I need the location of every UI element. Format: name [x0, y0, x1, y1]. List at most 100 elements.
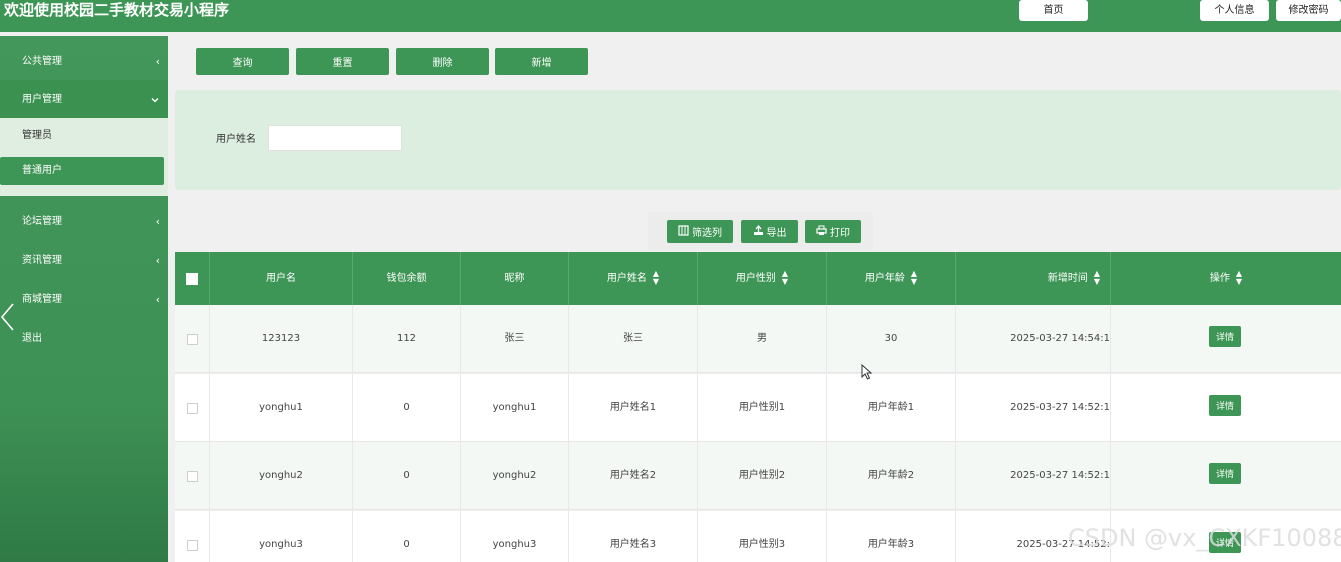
cell-username: 123123	[210, 305, 353, 373]
cell-age: 30	[827, 305, 956, 373]
columns-icon	[678, 224, 689, 239]
sidebar-item-normal-user[interactable]: 普通用户	[0, 157, 164, 185]
cell-created: 2025-03-27 14:52:1	[956, 373, 1111, 442]
reset-button[interactable]: 重置	[296, 48, 389, 75]
collapse-sidebar-icon[interactable]	[0, 302, 16, 332]
column-header-sortable[interactable]: 新增时间 ▲ ▼	[956, 252, 1111, 305]
change-password-button[interactable]: 修改密码	[1276, 0, 1341, 21]
sidebar-menu-label: 商城管理	[22, 294, 62, 305]
column-header-label: 操作	[1209, 273, 1230, 284]
row-checkbox[interactable]	[187, 402, 198, 414]
cell-username: yonghu2	[210, 442, 353, 510]
top-bar: 欢迎使用校园二手教材交易小程序 首页 个人信息 修改密码	[0, 0, 1341, 32]
search-panel: 用户姓名	[175, 90, 1341, 190]
cell-balance: 0	[353, 373, 461, 442]
sidebar-item-label: 普通用户	[22, 165, 62, 176]
row-select-cell	[175, 442, 210, 510]
column-header-sortable[interactable]: 用户年龄 ▲ ▼	[827, 252, 956, 305]
cell-balance: 112	[353, 305, 461, 373]
cell-name: 张三	[569, 305, 698, 373]
cell-nickname: 张三	[461, 305, 569, 373]
sort-icon: ▲ ▼	[652, 269, 660, 286]
row-checkbox[interactable]	[187, 334, 198, 345]
cell-age: 用户年龄1	[827, 373, 956, 442]
cell-gender: 男	[698, 305, 827, 373]
cell-age: 用户年龄2	[827, 442, 956, 510]
export-icon	[753, 224, 764, 239]
column-header-sortable[interactable]: 用户姓名 ▲ ▼	[569, 252, 698, 305]
cell-balance: 0	[353, 442, 461, 510]
sort-icon: ▲ ▼	[910, 269, 918, 286]
column-header: 昵称	[461, 252, 569, 305]
print-button[interactable]: 打印	[805, 220, 861, 243]
chevron-left-icon: ‹	[155, 254, 160, 267]
cell-name: 用户姓名3	[569, 510, 698, 562]
sidebar-menu-label: 公共管理	[22, 56, 62, 67]
cell-username: yonghu1	[210, 373, 353, 442]
table-header: 用户名 钱包余额 昵称 用户姓名 ▲ ▼ 用户性别 ▲ ▼ 用户年龄 ▲ ▼ 新增时间 ▲ ▼ …	[175, 252, 1341, 305]
cell-nickname: yonghu2	[461, 442, 569, 510]
sidebar-item-admin[interactable]: 管理员	[0, 122, 164, 150]
row-select-cell	[175, 510, 210, 562]
table-row[interactable]: yonghu2 0 yonghu2 用户姓名2 用户性别2 用户年龄2 2025-03-27…	[175, 442, 1341, 510]
sidebar-menu-label: 用户管理	[22, 94, 62, 105]
sidebar-item-label: 管理员	[22, 130, 52, 141]
sidebar-menu-forum[interactable]: 论坛管理 ‹	[0, 202, 168, 241]
home-button[interactable]: 首页	[1019, 0, 1088, 21]
filter-columns-button[interactable]: 筛选列	[667, 220, 733, 243]
detail-button[interactable]: 详情	[1209, 394, 1241, 416]
sort-icon: ▲ ▼	[1235, 269, 1243, 286]
table-row[interactable]: yonghu1 0 yonghu1 用户姓名1 用户性别1 用户年龄1 2025-03-27…	[175, 373, 1341, 442]
sidebar-menu-shop[interactable]: 商城管理 ‹	[0, 280, 168, 319]
sidebar-menu-label: 退出	[22, 333, 42, 344]
row-select-cell	[175, 373, 210, 442]
export-label: 导出	[766, 228, 787, 239]
app-title: 欢迎使用校园二手教材交易小程序	[4, 1, 230, 19]
select-all-checkbox[interactable]	[186, 272, 198, 285]
sidebar-menu-label: 论坛管理	[22, 216, 62, 227]
add-button[interactable]: 新增	[495, 48, 588, 75]
cell-gender: 用户性别2	[698, 442, 827, 510]
mouse-cursor-icon	[861, 363, 873, 380]
column-header-sortable[interactable]: 操作 ▲ ▼	[1111, 252, 1341, 305]
cell-actions: 详情	[1111, 442, 1341, 510]
row-checkbox[interactable]	[187, 539, 198, 551]
sidebar: 公共管理 ‹ 用户管理 管理员 普通用户 论坛管理 ‹ 资讯管理 ‹ 商城管理 …	[0, 36, 168, 562]
sidebar-menu-users[interactable]: 用户管理	[0, 80, 168, 119]
sidebar-menu-news[interactable]: 资讯管理 ‹	[0, 241, 168, 280]
cell-actions: 详情	[1111, 305, 1341, 373]
row-select-cell	[175, 305, 210, 373]
chevron-left-icon: ‹	[155, 215, 160, 228]
export-button[interactable]: 导出	[741, 220, 798, 243]
chevron-left-icon: ‹	[155, 55, 160, 68]
search-label: 用户姓名	[216, 134, 256, 145]
sort-icon: ▲ ▼	[781, 269, 789, 286]
select-all-cell	[175, 252, 210, 305]
cell-name: 用户姓名2	[569, 442, 698, 510]
sidebar-menu-label: 资讯管理	[22, 255, 62, 266]
chevron-left-icon: ‹	[155, 293, 160, 306]
table-row[interactable]: 123123 112 张三 张三男 30 2025-03-27 14:54:1 详情	[175, 305, 1341, 373]
delete-button[interactable]: 删除	[396, 48, 489, 75]
profile-button[interactable]: 个人信息	[1200, 0, 1269, 21]
row-checkbox[interactable]	[187, 471, 198, 482]
cell-created: 2025-03-27 14:54:1	[956, 305, 1111, 373]
detail-button[interactable]: 详情	[1209, 326, 1241, 347]
column-header-label: 用户姓名	[606, 273, 647, 284]
sidebar-menu-public[interactable]: 公共管理 ‹	[0, 42, 168, 81]
cell-nickname: yonghu1	[461, 373, 569, 442]
cell-balance: 0	[353, 510, 461, 562]
column-header: 钱包余额	[353, 252, 461, 305]
sort-icon: ▲ ▼	[1093, 269, 1100, 286]
print-icon	[816, 225, 827, 239]
print-label: 打印	[830, 228, 850, 239]
sidebar-menu-logout[interactable]: 退出	[0, 319, 168, 358]
cell-username: yonghu3	[210, 510, 353, 562]
detail-button[interactable]: 详情	[1209, 463, 1241, 484]
name-search-input[interactable]	[268, 125, 402, 151]
query-button[interactable]: 查询	[196, 48, 289, 75]
column-header-sortable[interactable]: 用户性别 ▲ ▼	[698, 252, 827, 305]
column-header-label: 新增时间	[1047, 273, 1088, 284]
chevron-down-icon	[150, 80, 160, 119]
column-header-label: 用户年龄	[864, 273, 905, 284]
